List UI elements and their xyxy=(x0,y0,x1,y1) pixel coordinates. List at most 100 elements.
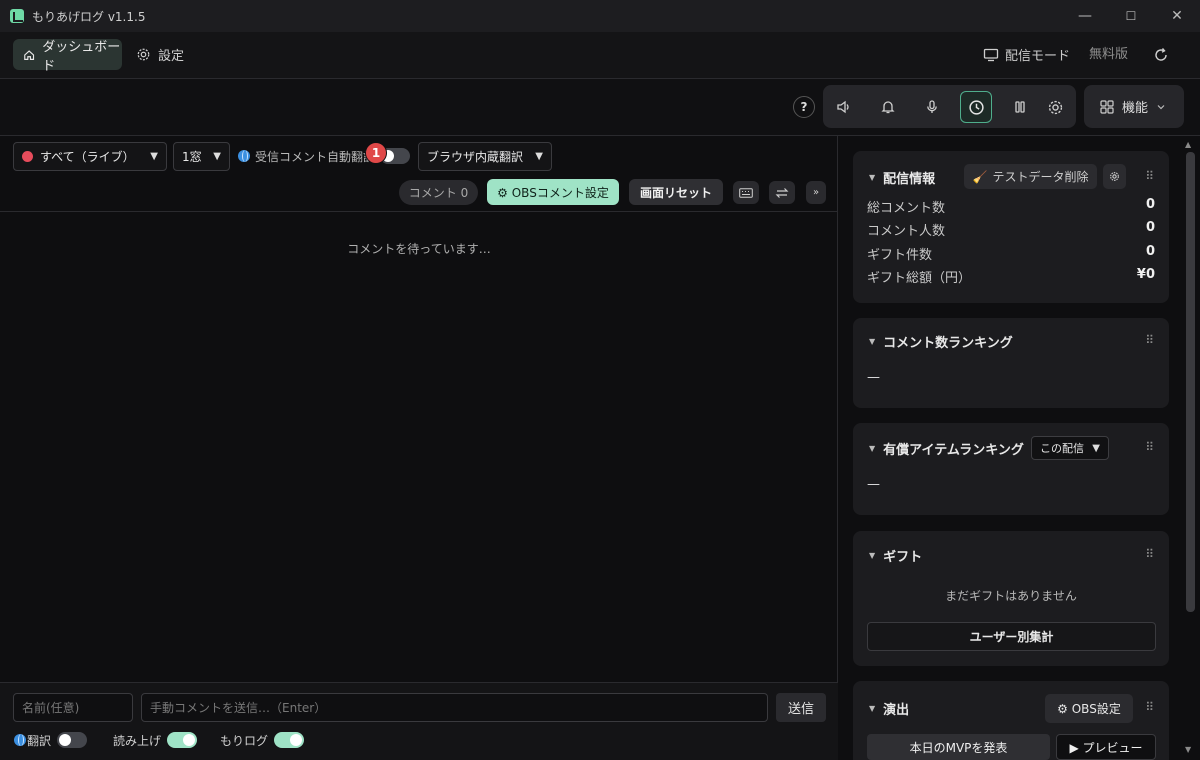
stat-row: 総コメント数 0 xyxy=(867,197,1155,217)
paid-item-scope-select[interactable]: この配信 ▼ xyxy=(1031,436,1109,460)
drag-handle-icon[interactable]: ⠿ xyxy=(1145,440,1154,454)
top-nav: ダッシュボード 設定 配信モード 無料版 xyxy=(0,32,1200,79)
morilog-toggle-label: もりログ xyxy=(220,733,269,748)
paid-item-ranking-header[interactable]: ▼ 有償アイテムランキング xyxy=(869,437,1024,459)
name-input[interactable]: 名前(任意) xyxy=(13,693,133,722)
app-title: もりあげログ v1.1.5 xyxy=(32,9,146,24)
mic-button[interactable] xyxy=(916,91,948,123)
scroll-down-icon[interactable]: ▼ xyxy=(1185,745,1191,754)
effects-obs-settings-button[interactable]: ⚙ OBS設定 xyxy=(1045,694,1133,723)
window-count-value: 1窓 xyxy=(182,150,202,164)
microphone-icon xyxy=(927,100,937,113)
gift-header[interactable]: ▼ ギフト xyxy=(869,544,922,566)
chevron-down-icon: ▼ xyxy=(535,151,543,162)
drag-handle-icon[interactable]: ⠿ xyxy=(1145,169,1154,183)
bell-button[interactable] xyxy=(872,91,904,123)
live-filter-select[interactable]: すべて（ライブ） ▼ xyxy=(13,142,167,171)
minimize-button[interactable]: — xyxy=(1062,0,1108,32)
help-button[interactable]: ? xyxy=(793,96,815,118)
free-version-label[interactable]: 無料版 xyxy=(1089,39,1128,70)
chevron-down-icon xyxy=(1157,104,1165,109)
stream-info-card: ▼ 配信情報 🧹 テストデータ削除 ⠿ 総コメント数 0 コメント人数 0 ギフト件… xyxy=(853,151,1169,303)
comment-ranking-title: コメント数ランキング xyxy=(883,335,1013,351)
tab-settings-label: 設定 xyxy=(158,49,185,64)
app-window: もりあげログ v1.1.5 — ☐ ✕ ダッシュボード 設定 配信モード 無料版… xyxy=(0,0,1200,760)
toolbar-row: ? 機能 xyxy=(0,79,1200,136)
translation-engine-value: ブラウザ内蔵翻訳 xyxy=(427,150,524,164)
refresh-icon xyxy=(1155,47,1167,61)
effects-header[interactable]: ▼ 演出 xyxy=(869,697,909,719)
side-panel: ▼ 配信情報 🧹 テストデータ削除 ⠿ 総コメント数 0 コメント人数 0 ギフト件… xyxy=(839,136,1200,760)
stat-label: ギフト件数 xyxy=(867,248,933,263)
tab-dashboard[interactable]: ダッシュボード xyxy=(13,39,122,74)
columns-button[interactable] xyxy=(1004,91,1036,123)
user-summary-button[interactable]: ユーザー別集計 xyxy=(867,622,1156,651)
stat-value: 0 xyxy=(1145,220,1155,235)
screen-reset-button[interactable]: 画面リセット xyxy=(629,179,723,205)
chevron-down-icon: ▼ xyxy=(213,151,221,162)
readout-option: 読み上げ xyxy=(113,731,198,749)
readout-toggle-label: 読み上げ xyxy=(113,733,162,748)
stat-row: ギフト件数 0 xyxy=(867,244,1155,264)
stat-label: 総コメント数 xyxy=(867,201,946,216)
manual-comment-input[interactable]: 手動コメントを送信…（Enter） xyxy=(141,693,768,722)
drag-handle-icon[interactable]: ⠿ xyxy=(1145,333,1154,347)
title-bar: もりあげログ v1.1.5 — ☐ ✕ xyxy=(0,0,1200,32)
stream-info-header[interactable]: ▼ 配信情報 xyxy=(869,166,935,188)
live-dot-icon xyxy=(22,151,33,162)
preview-button[interactable]: ▶ プレビュー xyxy=(1056,734,1156,760)
tool-settings-button[interactable] xyxy=(1039,91,1071,123)
maximize-button[interactable]: ☐ xyxy=(1108,0,1154,32)
bell-icon xyxy=(881,101,895,114)
translation-engine-select[interactable]: ブラウザ内蔵翻訳 ▼ xyxy=(418,142,552,171)
notification-badge: 1 xyxy=(365,142,387,164)
gift-card: ▼ ギフト ⠿ まだギフトはありません ユーザー別集計 xyxy=(853,531,1169,666)
tab-settings[interactable]: 設定 xyxy=(136,39,184,70)
send-button[interactable]: 送信 xyxy=(776,693,826,722)
speaker-button[interactable] xyxy=(828,91,860,123)
live-filter-value: すべて（ライブ） xyxy=(40,150,135,164)
translate-toggle-label: 翻訳 xyxy=(27,733,52,748)
waiting-message: コメントを待っています… xyxy=(347,242,491,256)
paid-item-ranking-title: 有償アイテムランキング xyxy=(883,442,1024,458)
translate-toggle[interactable] xyxy=(57,732,88,748)
morilog-toggle[interactable] xyxy=(274,732,305,748)
stream-mode-button[interactable]: 配信モード xyxy=(983,39,1070,70)
effects-card: ▼ 演出 ⚙ OBS設定 ⠿ 本日のMVPを発表 ▶ プレビュー xyxy=(853,681,1169,760)
window-count-select[interactable]: 1窓 ▼ xyxy=(173,142,230,171)
stat-row: コメント人数 0 xyxy=(867,220,1155,240)
stream-info-settings-button[interactable] xyxy=(1103,164,1126,189)
columns-icon xyxy=(1015,101,1025,113)
header-divider xyxy=(0,211,838,212)
stat-label: コメント人数 xyxy=(867,224,946,239)
translate-option: 翻訳 xyxy=(14,731,88,749)
close-button[interactable]: ✕ xyxy=(1154,0,1200,32)
clock-button[interactable] xyxy=(960,91,992,123)
refresh-button[interactable] xyxy=(1150,39,1172,70)
comment-ranking-header[interactable]: ▼ コメント数ランキング xyxy=(869,330,1013,352)
features-menu-button[interactable]: 機能 xyxy=(1084,85,1184,128)
announce-mvp-button[interactable]: 本日のMVPを発表 xyxy=(867,734,1050,760)
side-panel-scrollbar[interactable] xyxy=(1186,152,1195,612)
scroll-up-icon[interactable]: ▲ xyxy=(1185,140,1191,149)
swap-button[interactable] xyxy=(769,181,795,204)
clear-test-data-button[interactable]: 🧹 テストデータ削除 xyxy=(964,164,1097,189)
morilog-option: もりログ xyxy=(220,731,305,749)
paid-item-scope-value: この配信 xyxy=(1040,442,1084,455)
tab-dashboard-label: ダッシュボード xyxy=(42,39,121,74)
collapse-triangle-icon: ▼ xyxy=(869,550,876,560)
keyboard-button[interactable] xyxy=(733,181,759,204)
expand-button[interactable]: » xyxy=(806,181,826,204)
chevron-down-icon: ▼ xyxy=(1092,442,1100,454)
readout-toggle[interactable] xyxy=(167,732,198,748)
stat-value: 0 xyxy=(1145,244,1155,259)
collapse-triangle-icon: ▼ xyxy=(869,703,876,713)
comment-ranking-empty: — xyxy=(867,370,880,385)
obs-comment-settings-button[interactable]: ⚙ OBSコメント設定 xyxy=(487,179,619,205)
drag-handle-icon[interactable]: ⠿ xyxy=(1145,547,1154,561)
monitor-icon xyxy=(983,48,999,61)
drag-handle-icon[interactable]: ⠿ xyxy=(1145,700,1154,714)
stat-value: ¥0 xyxy=(1136,267,1155,282)
features-label: 機能 xyxy=(1122,101,1149,116)
clear-test-data-label: テストデータ削除 xyxy=(992,170,1089,184)
